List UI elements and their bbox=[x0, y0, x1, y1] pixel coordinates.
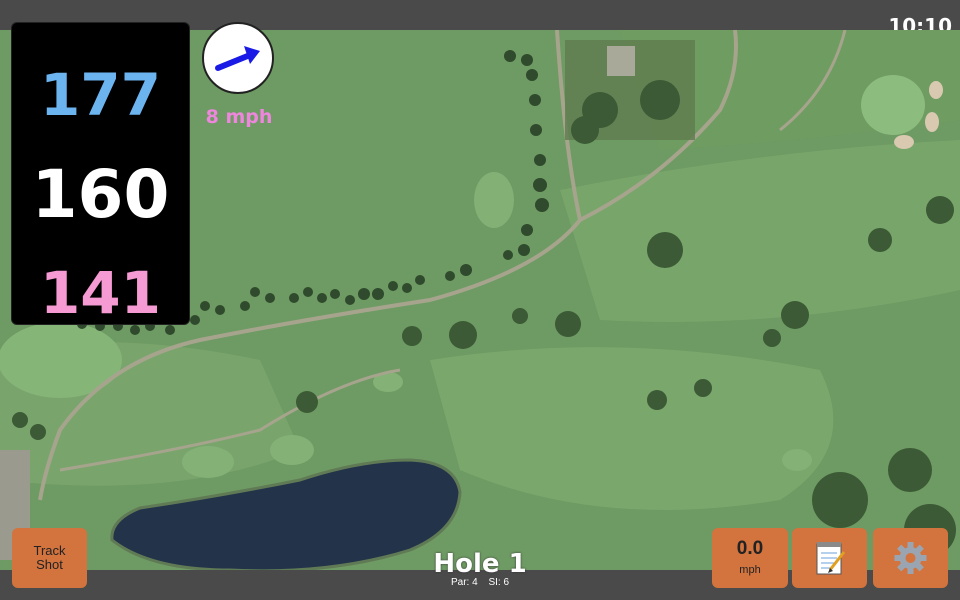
hole-par: Par: 4 bbox=[450, 577, 478, 588]
speed-value: 0.0 bbox=[736, 538, 764, 559]
hole-title: Hole 1 bbox=[433, 549, 527, 579]
track-shot-label-line2: Shot bbox=[36, 557, 63, 572]
front-yardage: 141 bbox=[39, 259, 162, 327]
speed-button[interactable]: 0.0 mph bbox=[712, 528, 788, 588]
back-yardage: 177 bbox=[39, 61, 162, 129]
notes-button[interactable] bbox=[792, 528, 867, 588]
arrow-right-icon bbox=[215, 46, 260, 71]
track-shot-button[interactable]: Track Shot bbox=[12, 528, 87, 588]
hole-stroke-index: SI: 6 bbox=[488, 577, 510, 588]
speed-unit: mph bbox=[739, 564, 761, 576]
settings-button[interactable] bbox=[873, 528, 948, 588]
wind-direction-indicator bbox=[202, 22, 274, 94]
track-shot-label-line1: Track bbox=[33, 543, 66, 558]
notepad-icon bbox=[816, 542, 846, 575]
hole-info: Par: 4 SI: 6 bbox=[380, 577, 580, 588]
gear-icon bbox=[894, 542, 927, 574]
middle-yardage: 160 bbox=[31, 156, 170, 233]
yardage-panel: 177 160 141 bbox=[11, 22, 190, 327]
wind-speed-label: 8 mph bbox=[205, 106, 273, 128]
